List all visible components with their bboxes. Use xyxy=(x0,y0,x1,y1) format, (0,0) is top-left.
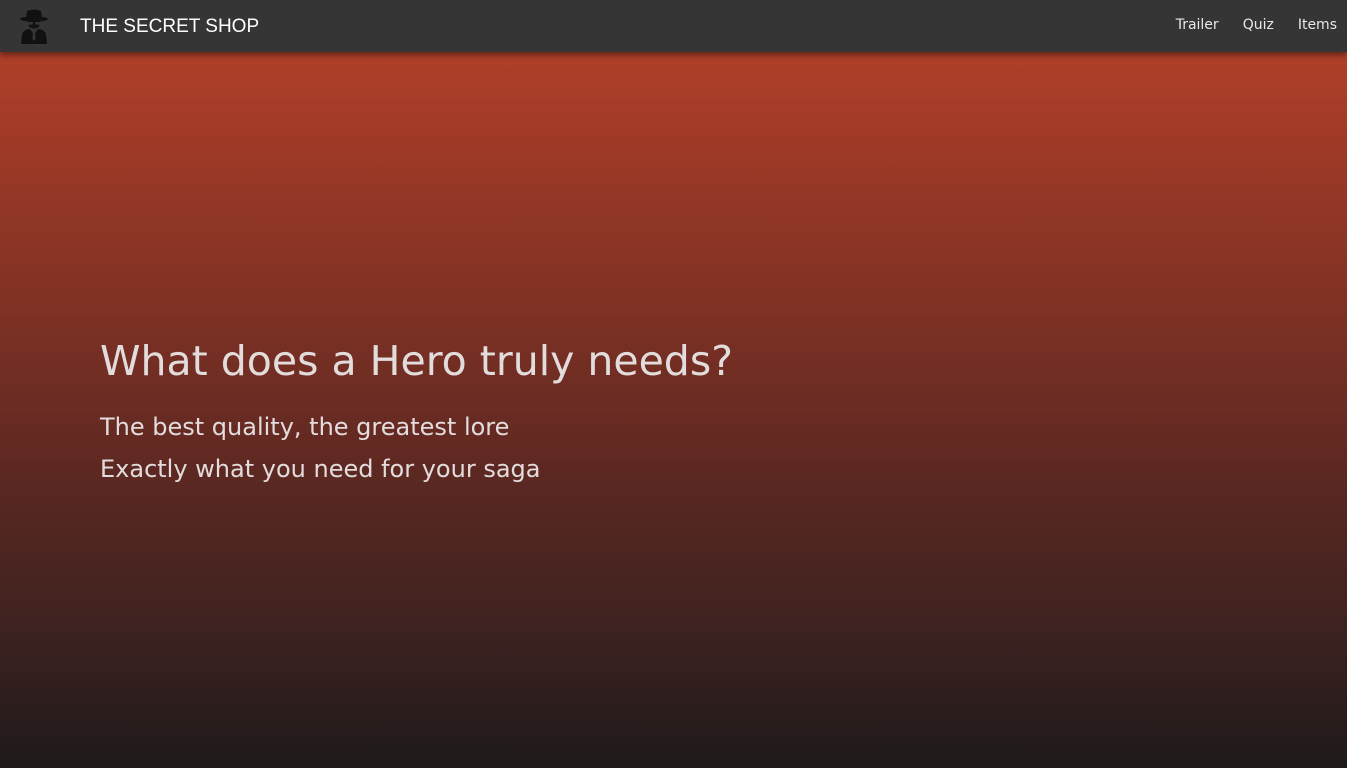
nav-link-items[interactable]: Items xyxy=(1298,17,1337,33)
hero-title: What does a Hero truly needs? xyxy=(100,337,733,385)
spy-agent-icon[interactable] xyxy=(18,8,50,44)
brand-title[interactable]: THE SECRET SHOP xyxy=(80,16,259,38)
nav-link-quiz[interactable]: Quiz xyxy=(1243,17,1274,33)
hero-subtitle: The best quality, the greatest lore Exac… xyxy=(100,406,733,490)
hero-tagline-1: The best quality, the greatest lore xyxy=(100,413,510,441)
top-navbar: THE SECRET SHOP Trailer Quiz Items xyxy=(0,0,1347,52)
nav-link-trailer[interactable]: Trailer xyxy=(1176,17,1219,33)
hero-section: What does a Hero truly needs? The best q… xyxy=(100,332,733,490)
hero-tagline-2: Exactly what you need for your saga xyxy=(100,455,541,483)
nav-links: Trailer Quiz Items xyxy=(1176,17,1337,33)
